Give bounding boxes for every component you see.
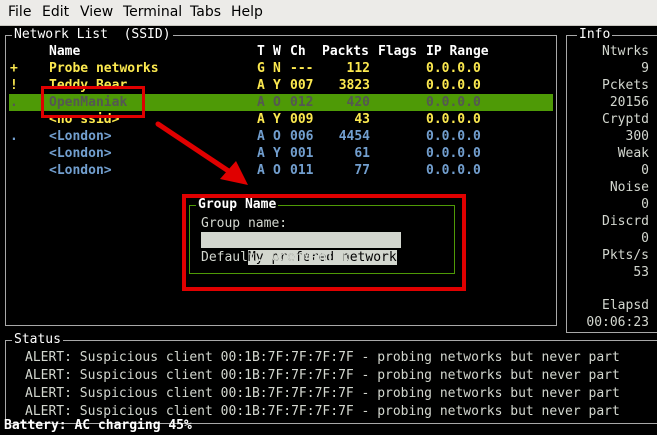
annotation-arrow-icon: [155, 121, 248, 185]
menu-help[interactable]: Help: [231, 4, 263, 21]
menu-view[interactable]: View: [80, 4, 113, 21]
menu-edit[interactable]: Edit: [42, 4, 69, 21]
menu-tabs[interactable]: Tabs: [190, 4, 221, 21]
menu-file[interactable]: File: [8, 4, 31, 21]
menu-terminal[interactable]: Terminal: [123, 4, 182, 21]
terminal-area[interactable]: Network List (SSID) Name T W Ch Packts F…: [0, 26, 657, 435]
menu-bar: File Edit View Terminal Tabs Help: [0, 0, 657, 26]
